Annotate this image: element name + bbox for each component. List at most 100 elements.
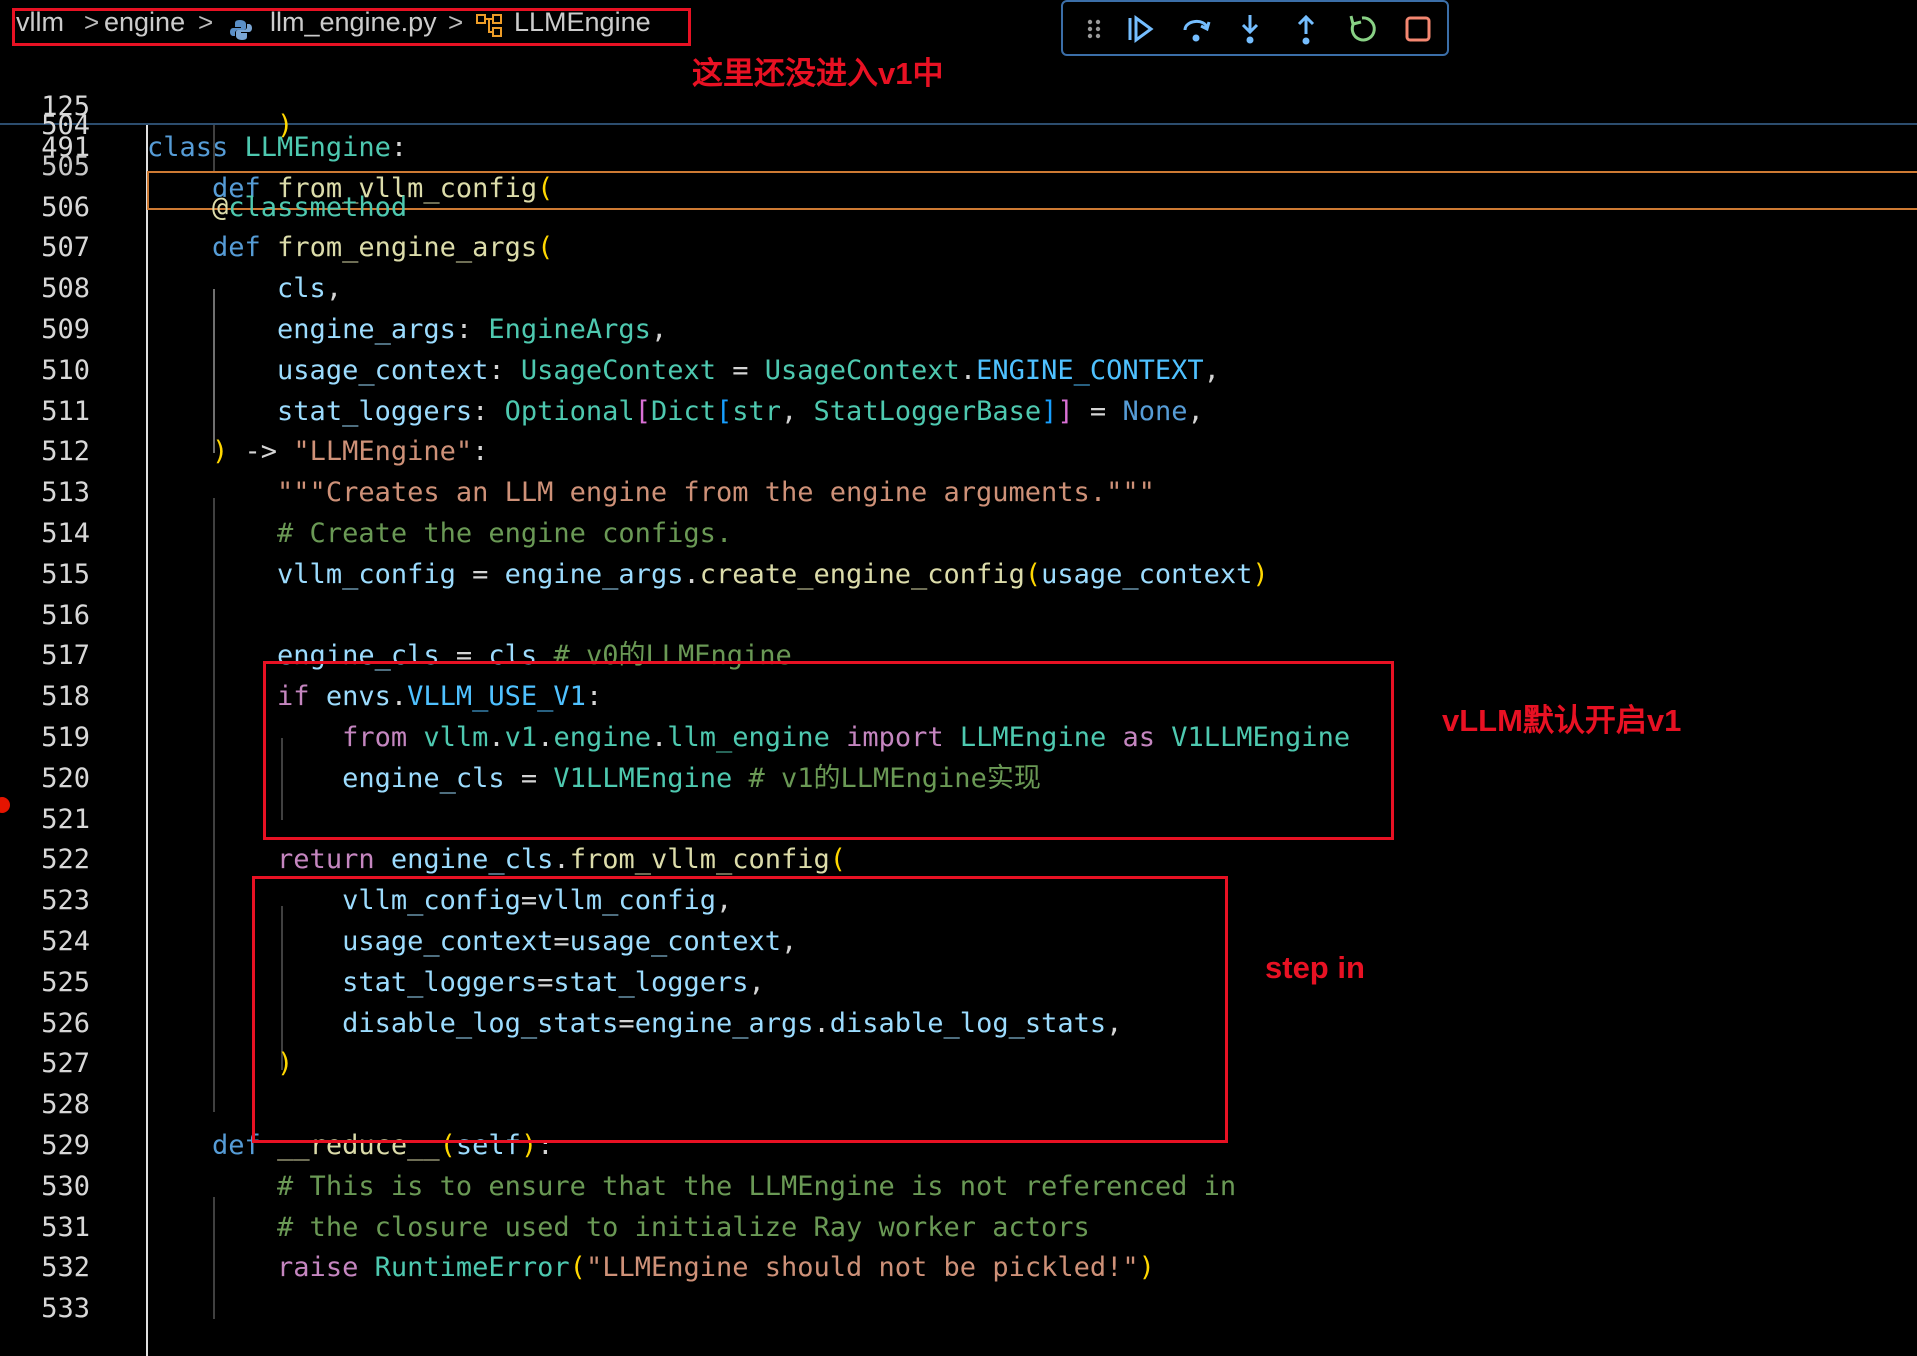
- code-token: str: [732, 395, 782, 427]
- code-token: raise: [277, 1252, 359, 1284]
- code-token: =: [455, 558, 505, 590]
- code-line-511[interactable]: 511 stat_loggers: Optional[Dict[str, Sta…: [0, 391, 1917, 432]
- code-token: [: [715, 395, 733, 427]
- code-token: (: [1024, 558, 1042, 590]
- code-line-513[interactable]: 513 """Creates an LLM engine from the en…: [0, 472, 1917, 513]
- code-token: StatLoggerBase: [813, 395, 1042, 427]
- code-line-506[interactable]: 506 @classmethod: [0, 187, 1917, 228]
- line-number: 513: [41, 477, 90, 509]
- code-token: vllm_config: [277, 558, 456, 590]
- code-token: UsageContext: [764, 354, 960, 386]
- code-token: (: [537, 232, 554, 264]
- code-token: engine_args: [504, 558, 684, 590]
- code-token: ,: [650, 314, 668, 345]
- code-line-531[interactable]: 531 # the closure used to initialize Ray…: [0, 1207, 1917, 1248]
- code-token: stat_loggers: [277, 395, 473, 427]
- code-token: engine_cls: [390, 844, 554, 876]
- restart-icon[interactable]: [1345, 12, 1379, 46]
- code-line-505[interactable]: 505: [0, 146, 1917, 187]
- code-line-530[interactable]: 530 # This is to ensure that the LLMEngi…: [0, 1166, 1917, 1207]
- line-number: 528: [41, 1089, 90, 1121]
- code-token: classmethod: [228, 191, 408, 223]
- drag-handle-icon[interactable]: [1077, 12, 1111, 46]
- line-number: 505: [41, 150, 90, 182]
- code-token: usage_context: [1041, 558, 1253, 590]
- code-token: ,: [1203, 354, 1220, 386]
- code-text: cls,: [147, 268, 342, 309]
- code-token: # Create the engine configs.: [277, 518, 733, 549]
- code-line-507[interactable]: 507 def from_engine_args(: [0, 227, 1917, 268]
- step-out-icon[interactable]: [1289, 12, 1323, 46]
- code-token: (: [829, 844, 847, 876]
- stop-icon[interactable]: [1401, 12, 1435, 46]
- code-token: """Creates an LLM engine from the engine…: [277, 477, 1155, 509]
- code-text: vllm_config = engine_args.create_engine_…: [147, 554, 1269, 595]
- code-token: "LLMEngine should not be pickled!": [585, 1252, 1139, 1284]
- annotation-note-step-in: step in: [1265, 950, 1365, 985]
- code-text: @classmethod: [147, 187, 407, 228]
- line-number: 506: [41, 191, 90, 223]
- code-token: .: [683, 558, 700, 590]
- line-number: 531: [41, 1211, 90, 1243]
- code-line-514[interactable]: 514 # Create the engine configs.: [0, 513, 1917, 554]
- code-line-508[interactable]: 508 cls,: [0, 268, 1917, 309]
- code-token: engine_args: [277, 314, 456, 345]
- code-line-532[interactable]: 532 raise RuntimeError("LLMEngine should…: [0, 1247, 1917, 1288]
- code-token: ENGINE_CONTEXT: [976, 354, 1204, 386]
- code-token: # This is to ensure that the LLMEngine i…: [277, 1170, 1237, 1202]
- code-token: (: [569, 1252, 586, 1284]
- code-line-504[interactable]: 504 ): [0, 105, 1917, 146]
- code-line-509[interactable]: 509 engine_args: EngineArgs,: [0, 309, 1917, 350]
- line-number: 504: [41, 110, 90, 141]
- code-line-515[interactable]: 515 vllm_config = engine_args.create_eng…: [0, 554, 1917, 595]
- code-line-512[interactable]: 512 ) -> "LLMEngine":: [0, 431, 1917, 472]
- code-text: ): [147, 105, 293, 146]
- code-token: ->: [228, 436, 294, 468]
- continue-icon[interactable]: [1123, 12, 1157, 46]
- line-number: 517: [41, 640, 90, 672]
- line-number: 529: [41, 1130, 90, 1161]
- line-number: 510: [41, 354, 90, 386]
- line-number: 523: [41, 885, 90, 917]
- code-line-510[interactable]: 510 usage_context: UsageContext = UsageC…: [0, 350, 1917, 391]
- code-line-516[interactable]: 516: [0, 595, 1917, 636]
- code-token: return: [277, 844, 375, 876]
- code-text: raise RuntimeError("LLMEngine should not…: [147, 1247, 1155, 1288]
- code-token: EngineArgs: [488, 314, 651, 345]
- code-token: cls: [277, 273, 326, 305]
- code-text: # the closure used to initialize Ray wor…: [147, 1207, 1090, 1248]
- code-token: Dict: [650, 395, 716, 427]
- code-token: ,: [1187, 395, 1204, 427]
- step-over-icon[interactable]: [1179, 12, 1213, 46]
- code-token: @: [212, 191, 229, 223]
- line-number: 511: [41, 395, 90, 427]
- line-number: 526: [41, 1007, 90, 1039]
- code-text: return engine_cls.from_vllm_config(: [147, 839, 846, 880]
- step-into-icon[interactable]: [1233, 12, 1267, 46]
- code-token: def: [212, 232, 261, 264]
- line-number: 512: [41, 436, 90, 468]
- code-token: .: [959, 354, 977, 386]
- code-token: ): [212, 436, 229, 468]
- code-token: ]: [1041, 395, 1058, 427]
- line-number: 521: [41, 803, 90, 835]
- sticky-line-125[interactable]: 125 class LLMEngine:: [0, 45, 1917, 163]
- code-token: "LLMEngine": [293, 436, 473, 468]
- code-line-533[interactable]: 533: [0, 1288, 1917, 1329]
- code-token: :: [455, 314, 489, 345]
- code-text: usage_context: UsageContext = UsageConte…: [147, 350, 1220, 391]
- line-number: 518: [41, 681, 90, 713]
- code-token: :: [472, 436, 489, 468]
- code-line-522[interactable]: 522 return engine_cls.from_vllm_config(: [0, 839, 1917, 880]
